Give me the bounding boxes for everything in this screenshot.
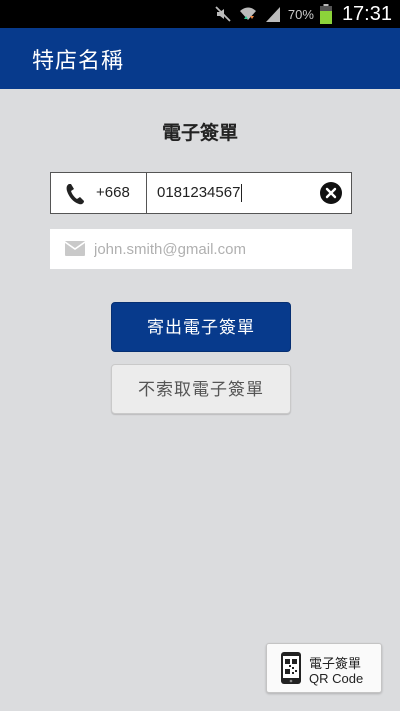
qr-button-sublabel: QR Code bbox=[309, 671, 364, 686]
mail-icon bbox=[65, 241, 85, 256]
battery-icon bbox=[319, 4, 332, 24]
mute-icon bbox=[215, 6, 231, 22]
qr-code-icon bbox=[281, 652, 301, 684]
app-bar: 特店名稱 bbox=[0, 28, 400, 89]
email-input[interactable] bbox=[94, 235, 344, 263]
section-heading: 電子簽單 bbox=[161, 122, 238, 144]
phone-number-value: 0181234567 bbox=[157, 184, 243, 203]
clear-button[interactable] bbox=[320, 182, 342, 204]
decline-receipt-button[interactable]: 不索取電子簽單 bbox=[111, 364, 291, 414]
clock: 17:31 bbox=[341, 2, 392, 25]
country-code-selector[interactable]: +668 bbox=[51, 173, 147, 213]
phone-icon bbox=[66, 184, 84, 205]
phone-field: +668 0181234567 bbox=[50, 172, 352, 214]
battery-percent: 70% bbox=[287, 6, 314, 22]
send-receipt-button[interactable]: 寄出電子簽單 bbox=[111, 302, 291, 352]
signal-icon bbox=[265, 7, 280, 22]
email-field bbox=[50, 229, 352, 269]
clear-icon bbox=[325, 187, 337, 199]
page-title: 特店名稱 bbox=[32, 49, 125, 74]
status-bar: 70% 17:31 bbox=[0, 0, 400, 28]
qr-code-button[interactable]: 電子簽單 QR Code bbox=[266, 643, 382, 693]
country-code: +668 bbox=[96, 184, 130, 201]
qr-button-label: 電子簽單 bbox=[309, 657, 362, 672]
wifi-icon bbox=[239, 7, 256, 20]
